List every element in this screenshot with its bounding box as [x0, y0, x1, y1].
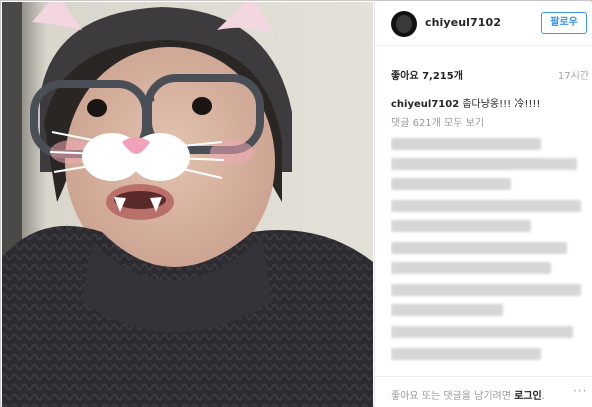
avatar-silhouette	[396, 15, 412, 33]
login-prompt: 좋아요 또는 댓글을 남기려면 로그인.	[391, 387, 545, 402]
more-options-icon[interactable]: ···	[573, 384, 587, 398]
caption-text: 춥다냥옹!!! 冷!!!!	[459, 99, 541, 110]
blurred-comment	[391, 178, 511, 190]
profile-avatar[interactable]	[391, 11, 417, 37]
comments-list-blurred	[391, 136, 591, 372]
login-prompt-prefix: 좋아요 또는 댓글을 남기려면	[391, 391, 515, 402]
post-header: chiyeul7102 팔로우	[375, 2, 592, 46]
login-link[interactable]: 로그인	[514, 391, 542, 402]
view-all-comments-link[interactable]: 댓글 621개 모두 보기	[391, 114, 484, 129]
username-link[interactable]: chiyeul7102	[425, 16, 501, 29]
blurred-comment	[391, 284, 581, 296]
follow-button[interactable]: 팔로우	[541, 12, 587, 34]
likes-count[interactable]: 좋아요 7,215개	[391, 67, 463, 82]
blurred-comment	[391, 200, 581, 212]
post-side-panel: chiyeul7102 팔로우 좋아요 7,215개 17시간 chiyeul7…	[374, 2, 592, 407]
blurred-comment	[391, 138, 541, 150]
post-photo[interactable]	[2, 2, 373, 407]
selfie-with-cat-filter	[2, 2, 373, 407]
post-caption: chiyeul7102 춥다냥옹!!! 冷!!!!	[391, 95, 540, 110]
blurred-comment	[391, 242, 567, 254]
blurred-comment	[391, 326, 573, 338]
login-prompt-suffix: .	[541, 391, 545, 402]
post-time[interactable]: 17시간	[558, 67, 589, 82]
blurred-comment	[391, 220, 531, 232]
likes-row: 좋아요 7,215개 17시간	[391, 67, 589, 83]
instagram-post-frame: chiyeul7102 팔로우 좋아요 7,215개 17시간 chiyeul7…	[0, 0, 592, 407]
caption-username[interactable]: chiyeul7102	[391, 99, 459, 110]
blurred-comment	[391, 262, 551, 274]
post-footer: 좋아요 또는 댓글을 남기려면 로그인. ···	[375, 376, 592, 407]
blurred-comment	[391, 158, 577, 170]
blurred-comment	[391, 348, 541, 360]
blurred-comment	[391, 304, 503, 316]
